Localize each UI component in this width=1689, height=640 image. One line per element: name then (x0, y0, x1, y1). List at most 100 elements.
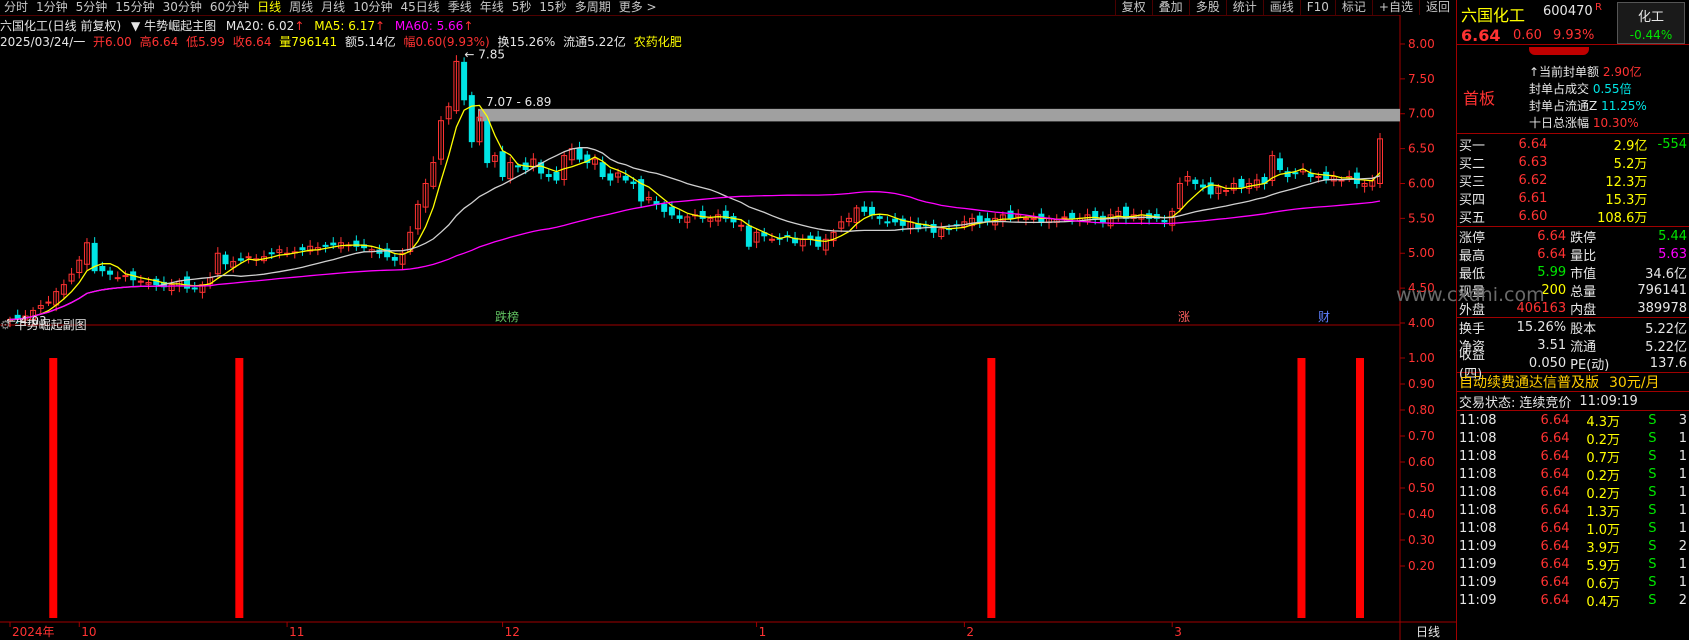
fin-row: 换手 15.26% 股本 5.22亿 (1457, 318, 1689, 337)
tool-button-2[interactable]: 多股 (1188, 0, 1226, 15)
xtick-label: 3 (1174, 625, 1182, 639)
period-tab-14[interactable]: 15秒 (535, 0, 570, 15)
candle-body (1030, 217, 1037, 220)
fin-label: 股本 (1570, 321, 1597, 337)
collapse-icon[interactable] (1529, 47, 1589, 55)
seal-value: 0.55倍 (1592, 82, 1632, 96)
fin-value: 5.22亿 (1645, 321, 1688, 337)
period-tab-0[interactable]: 分时 (0, 0, 32, 15)
period-tab-10[interactable]: 45日线 (396, 0, 443, 15)
tool-button-5[interactable]: F10 (1299, 0, 1335, 15)
stock-name: 六国化工 (1461, 6, 1526, 25)
candle-body (1276, 158, 1283, 171)
bid-price: 6.63 (1518, 154, 1548, 170)
period-tab-7[interactable]: 周线 (285, 0, 317, 15)
stat-value: 5.44 (1658, 228, 1688, 244)
period-tab-8[interactable]: 月线 (317, 0, 349, 15)
candle-body (299, 247, 306, 251)
tick-row: 11:08 6.64 1.0万 S 1 (1457, 519, 1689, 538)
period-tab-3[interactable]: 15分钟 (111, 0, 158, 15)
candle-body (545, 174, 552, 178)
sub-ytick-label: 0.90 (1408, 377, 1435, 391)
ad-banner[interactable]: 自动续费通达信普及版 30元/月 (1457, 372, 1689, 391)
tool-button-0[interactable]: 复权 (1114, 0, 1152, 15)
candle-body (1323, 171, 1330, 181)
kline-chart[interactable]: 8.007.507.006.506.005.505.004.504.007.07… (0, 15, 1456, 640)
watermark: www.cxdhi.com (1396, 284, 1545, 306)
tick-price: 6.64 (1540, 556, 1570, 572)
tick-row: 11:08 6.64 4.3万 S 3 (1457, 411, 1689, 430)
r-badge: R (1595, 2, 1602, 13)
tool-button-3[interactable]: 统计 (1225, 0, 1263, 15)
period-tab-16[interactable]: 更多 > (615, 0, 661, 15)
seal-label: 封单占成交 (1529, 82, 1590, 96)
seal-value: 11.25% (1601, 99, 1647, 113)
tick-price: 6.64 (1540, 574, 1570, 590)
fin-value: 137.6 (1649, 355, 1688, 371)
fin-label: PE(动) (1570, 357, 1610, 373)
candle-body (745, 225, 752, 247)
sub-ytick-label: 0.80 (1408, 403, 1435, 417)
period-tab-15[interactable]: 多周期 (571, 0, 615, 15)
price-pct: 9.93% (1553, 28, 1595, 43)
tick-side: S (1648, 448, 1657, 464)
candle-body (1292, 172, 1299, 175)
stat-label: 涨停 (1459, 230, 1486, 246)
bid-volume: 12.3万 (1605, 174, 1648, 190)
tick-row: 11:09 6.64 0.6万 S 1 (1457, 573, 1689, 592)
bid-extra: -554 (1657, 136, 1688, 152)
tick-row: 11:08 6.64 0.2万 S 1 (1457, 483, 1689, 502)
tick-price: 6.64 (1540, 592, 1570, 608)
stat-value: 6.64 (1537, 228, 1567, 244)
tool-button-1[interactable]: 叠加 (1151, 0, 1189, 15)
period-tab-5[interactable]: 60分钟 (206, 0, 253, 15)
ytick-label: 8.00 (1408, 37, 1435, 51)
fin-value: 15.26% (1516, 319, 1567, 335)
ytick-label: 4.00 (1408, 316, 1435, 330)
tool-button-8[interactable]: 返回 (1418, 0, 1456, 15)
resistance-band (478, 108, 1400, 122)
bid-label: 买二 (1459, 156, 1486, 172)
stat-row: 最高 6.64 量比 5.63 (1457, 245, 1689, 264)
event-marker: 财 (1318, 310, 1330, 324)
tool-button-4[interactable]: 画线 (1262, 0, 1300, 15)
tick-count: 1 (1678, 520, 1687, 536)
tick-side: S (1648, 466, 1657, 482)
ytick-label: 5.50 (1408, 211, 1435, 225)
candle-body (861, 206, 868, 212)
candle-body (1353, 172, 1360, 184)
fin-value: 3.51 (1537, 337, 1567, 353)
bid-volume: 2.9亿 (1613, 138, 1648, 154)
tick-time: 11:08 (1459, 448, 1497, 464)
candle-body (114, 277, 121, 280)
xtick-label: 12 (505, 625, 520, 639)
seal-label: ↑当前封单额 (1529, 65, 1600, 79)
last-price: 6.64 (1461, 26, 1501, 45)
sector-box[interactable]: 化工 -0.44% (1617, 2, 1685, 44)
bid-label: 买一 (1459, 138, 1486, 154)
period-tab-13[interactable]: 5秒 (508, 0, 536, 15)
period-tab-11[interactable]: 季线 (444, 0, 476, 15)
order-book-row: 买一 6.64 2.9亿 -554 (1457, 135, 1689, 154)
tick-volume: 0.2万 (1586, 486, 1620, 502)
period-tab-4[interactable]: 30分钟 (159, 0, 206, 15)
period-tab-2[interactable]: 5分钟 (72, 0, 112, 15)
order-book-row: 买五 6.60 108.6万 (1457, 207, 1689, 226)
tool-button-6[interactable]: 标记 (1334, 0, 1372, 15)
candle-body (1223, 189, 1230, 192)
candle-body (768, 238, 775, 241)
period-tab-1[interactable]: 1分钟 (32, 0, 72, 15)
stat-value: 34.6亿 (1645, 266, 1688, 282)
tool-button-7[interactable]: +自选 (1371, 0, 1419, 15)
band-label: 7.07 - 6.89 (486, 95, 551, 109)
candle-body (869, 206, 876, 216)
period-tab-6[interactable]: 日线 (253, 0, 285, 15)
settings-icon[interactable]: ⚙ (0, 318, 11, 332)
stat-value: 796141 (1637, 282, 1688, 298)
period-tab-9[interactable]: 10分钟 (349, 0, 396, 15)
candle-body (1199, 184, 1206, 188)
tick-count: 1 (1678, 484, 1687, 500)
tick-list[interactable]: 11:08 6.64 4.3万 S 3 11:08 6.64 0.2万 S 1 11:08 6.64 0… (1457, 410, 1689, 610)
period-tab-12[interactable]: 年线 (476, 0, 508, 15)
candle-body (661, 203, 668, 212)
